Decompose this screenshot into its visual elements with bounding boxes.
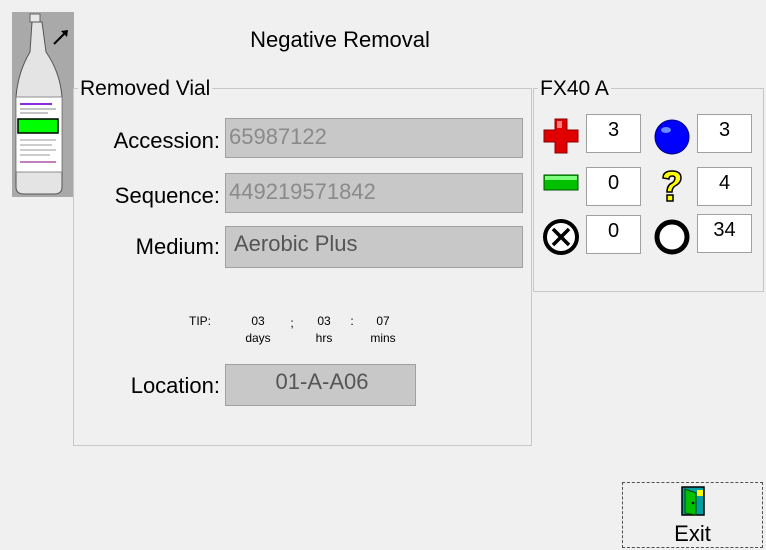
- location-label: Location:: [130, 373, 220, 398]
- medium-label: Medium:: [135, 234, 220, 259]
- exit-button[interactable]: Exit: [622, 482, 763, 548]
- tip-days-value: 03: [251, 314, 265, 328]
- tip-hrs-unit: hrs: [315, 331, 333, 345]
- tip-hrs-value: 03: [317, 314, 331, 328]
- red-cross-icon: [543, 118, 579, 154]
- page-title: Negative Removal: [250, 27, 430, 52]
- error-count: 0: [586, 215, 641, 254]
- exit-door-icon: [681, 486, 705, 516]
- accession-label: Accession:: [113, 128, 220, 153]
- blue-circle-icon: [654, 119, 690, 155]
- circled-x-icon: [543, 219, 579, 255]
- sequence-label: Sequence:: [114, 183, 220, 208]
- question-count: 4: [697, 167, 752, 206]
- location-field[interactable]: 01-A-A06: [225, 364, 416, 406]
- exit-label: Exit: [674, 521, 711, 546]
- instrument-legend: FX40 A: [538, 77, 611, 101]
- empty-count: 34: [697, 214, 752, 253]
- empty-circle-icon: [654, 219, 690, 255]
- question-mark-icon: [662, 170, 682, 202]
- medium-field[interactable]: Aerobic Plus: [225, 226, 523, 268]
- tip-mins-value: 07: [376, 314, 390, 328]
- tip-mins-unit: mins: [370, 331, 396, 345]
- green-bar-icon: [543, 174, 579, 191]
- blue-count: 3: [697, 114, 752, 153]
- accession-field[interactable]: 65987122: [225, 118, 523, 158]
- sequence-field[interactable]: 449219571842: [225, 173, 523, 213]
- tip-separator-2: :: [350, 314, 354, 328]
- tip-days-unit: days: [245, 331, 271, 345]
- tip-label: TIP:: [188, 314, 211, 328]
- green-count: 0: [586, 167, 641, 206]
- tip-separator-1: ;: [290, 316, 294, 330]
- positive-count: 3: [586, 114, 641, 153]
- removed-vial-legend: Removed Vial: [78, 77, 213, 101]
